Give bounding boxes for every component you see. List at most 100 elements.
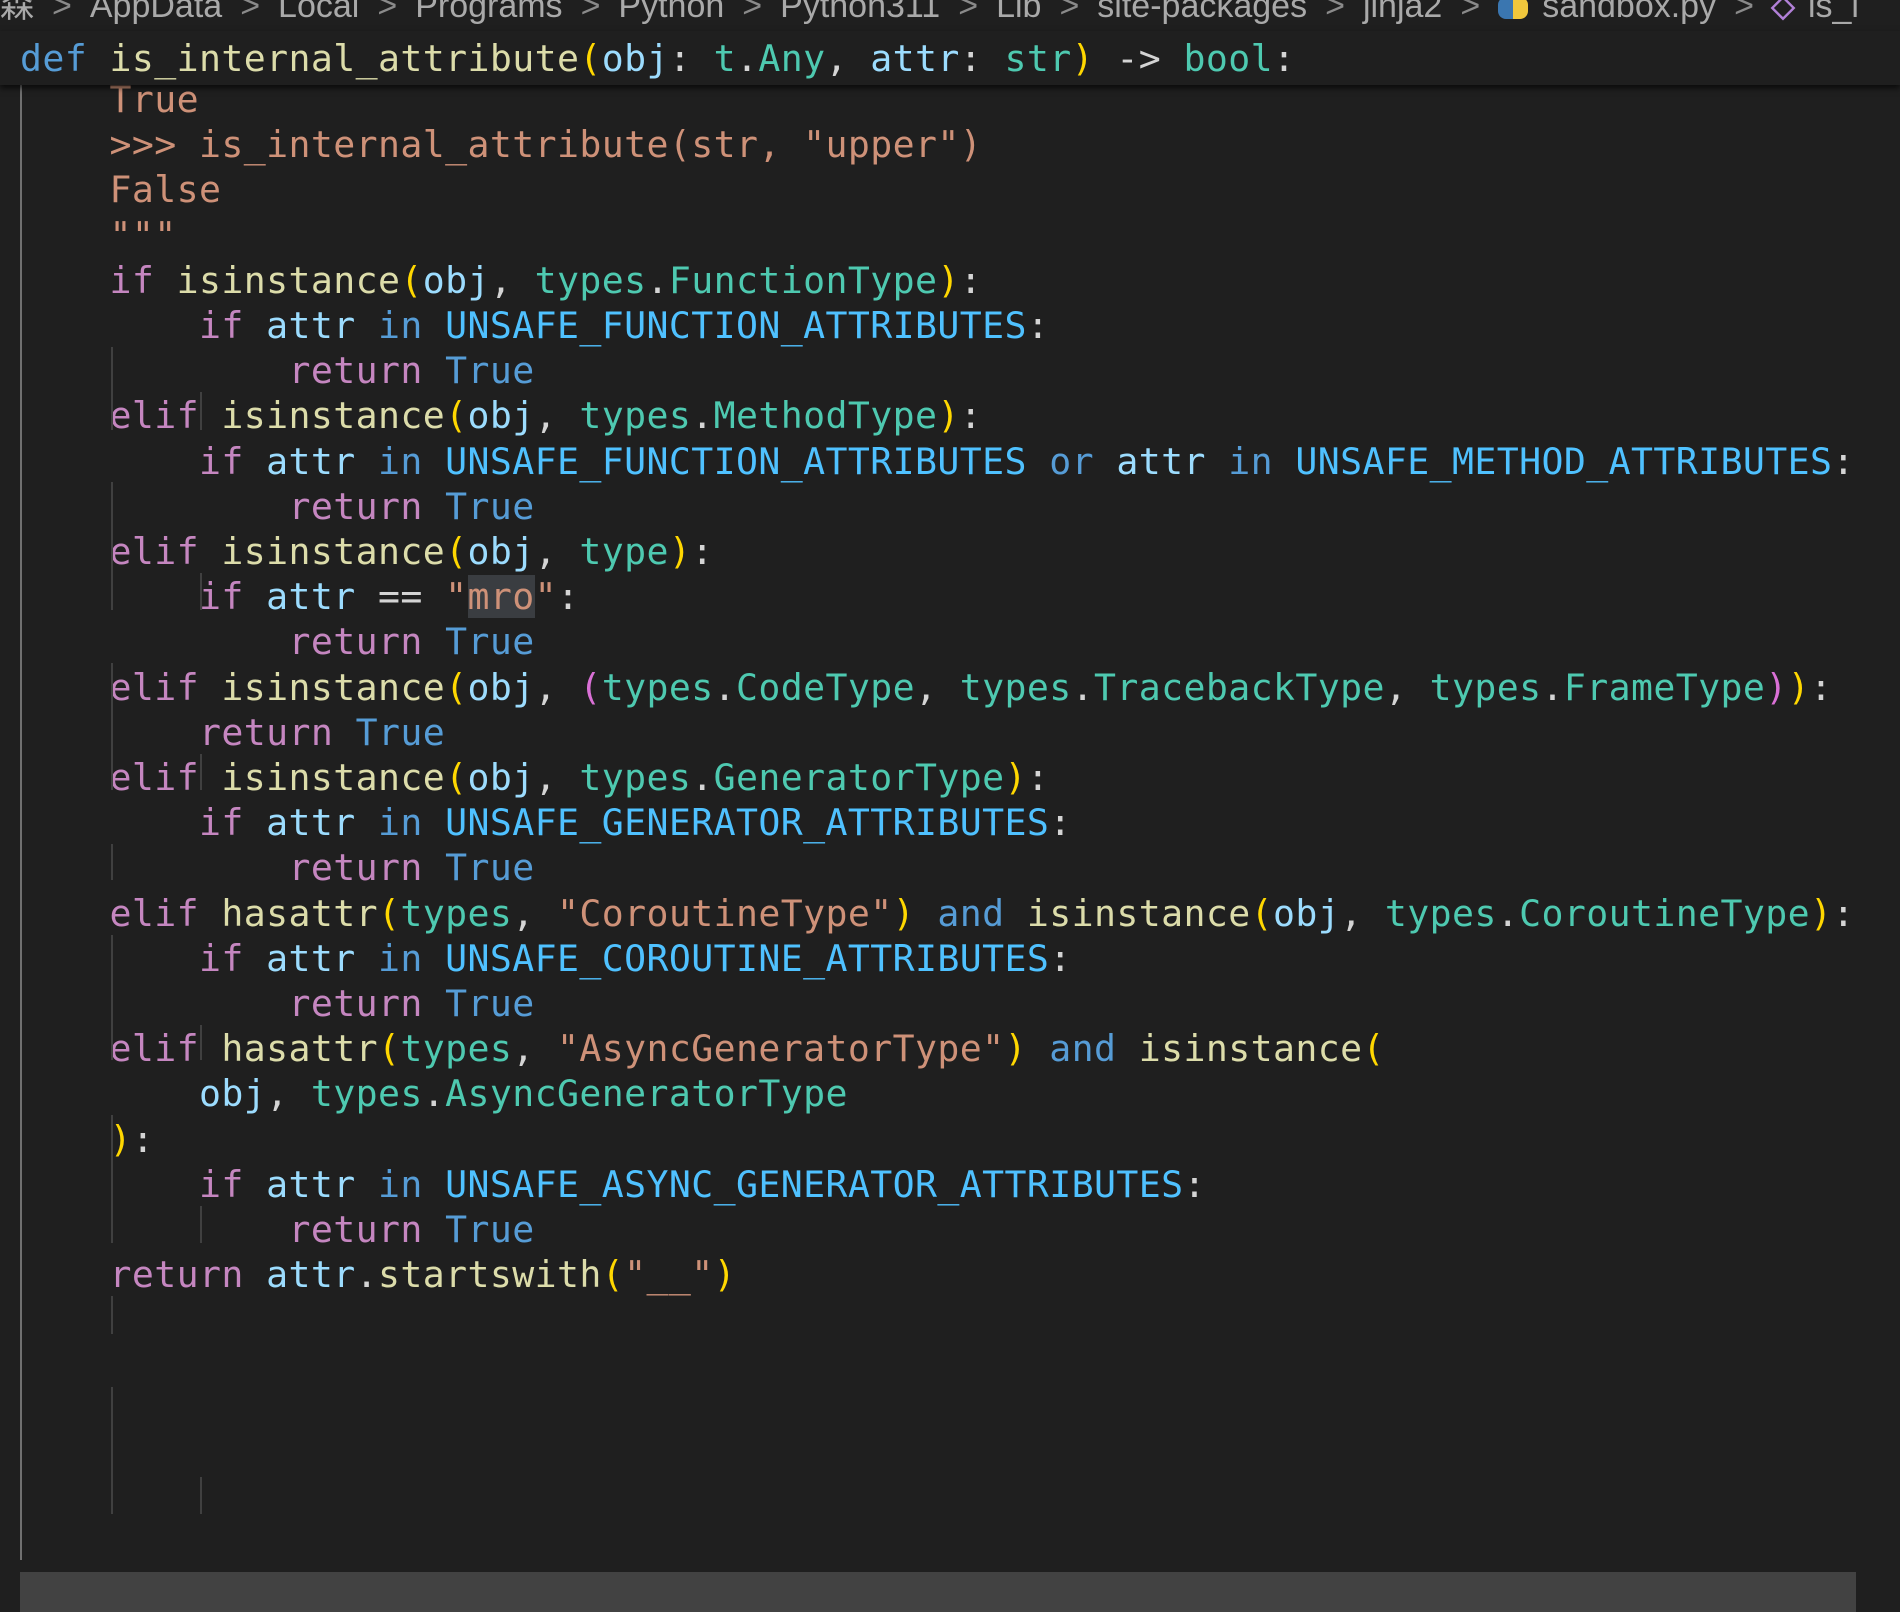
code-line[interactable]: """	[20, 213, 177, 258]
code-token: "	[445, 575, 468, 619]
horizontal-scrollbar[interactable]	[20, 1572, 1856, 1612]
code-line[interactable]: if attr in UNSAFE_GENERATOR_ATTRIBUTES:	[20, 800, 1072, 845]
code-token: :	[1049, 936, 1072, 980]
breadcrumb-item[interactable]: jinja2	[1363, 0, 1442, 25]
code-token: elif	[109, 394, 199, 438]
indent-guide	[111, 844, 113, 880]
breadcrumb-item[interactable]: Lib	[996, 0, 1041, 25]
breadcrumb-item[interactable]: sandbox.py	[1542, 0, 1716, 25]
code-line[interactable]: elif isinstance(obj, type):	[20, 529, 714, 574]
code-token: UNSAFE_FUNCTION_ATTRIBUTES	[445, 304, 1027, 347]
code-token: ,	[534, 665, 580, 709]
breadcrumb-item[interactable]: Programs	[415, 0, 562, 25]
code-token: hasattr	[221, 1027, 378, 1071]
code-token: :	[1049, 801, 1072, 845]
code-line[interactable]: ):	[20, 1117, 154, 1162]
code-line[interactable]: elif isinstance(obj, (types.CodeType, ty…	[20, 665, 1832, 710]
code-line[interactable]: return attr.startswith("__")	[20, 1252, 736, 1297]
code-token: FunctionType	[668, 258, 938, 302]
code-token: and	[937, 891, 1005, 935]
breadcrumb-item[interactable]: site-packages	[1097, 0, 1307, 25]
code-line[interactable]: elif isinstance(obj, types.GeneratorType…	[20, 755, 1049, 800]
code-token: return	[288, 846, 423, 890]
code-token: attr	[266, 1253, 356, 1297]
code-token: )	[1810, 891, 1833, 935]
code-line[interactable]: >>> is_internal_attribute(str, "upper")	[20, 122, 982, 167]
code-line[interactable]: obj, types.AsyncGeneratorType	[20, 1071, 848, 1116]
code-token: .	[646, 258, 669, 302]
code-token: or	[1049, 439, 1094, 483]
indent-guide	[20, 77, 22, 1560]
code-token: isinstance	[1138, 1027, 1363, 1071]
code-line[interactable]: return True	[20, 348, 535, 393]
code-line[interactable]: return True	[20, 845, 535, 890]
code-token: isinstance	[221, 756, 446, 799]
code-token: :	[1273, 37, 1296, 80]
code-line[interactable]: elif hasattr(types, "CoroutineType") and…	[20, 891, 1855, 936]
breadcrumb-item[interactable]: is_i	[1808, 0, 1859, 25]
code-line[interactable]: elif isinstance(obj, types.MethodType):	[20, 393, 982, 438]
code-line[interactable]: if attr in UNSAFE_ASYNC_GENERATOR_ATTRIB…	[20, 1162, 1206, 1207]
code-token: )	[892, 891, 915, 935]
breadcrumb-item[interactable]: 森	[0, 0, 34, 25]
code-token: (	[579, 37, 602, 80]
breadcrumb-separator: >	[742, 0, 763, 25]
breadcrumb-separator: >	[1325, 0, 1345, 25]
code-token: :	[1026, 756, 1050, 799]
code-token: (	[378, 891, 401, 935]
code-line[interactable]: if attr in UNSAFE_FUNCTION_ATTRIBUTES or…	[20, 439, 1855, 484]
code-token: ,	[534, 756, 580, 799]
code-token: return	[288, 1208, 423, 1251]
sticky-function-signature[interactable]: def is_internal_attribute(obj: t.Any, at…	[20, 33, 1295, 85]
code-line[interactable]: elif hasattr(types, "AsyncGeneratorType"…	[20, 1026, 1385, 1071]
code-token: attr	[266, 1162, 356, 1206]
code-line[interactable]: return True	[20, 981, 535, 1026]
code-token: return	[288, 620, 423, 664]
code-token: isinstance	[221, 530, 446, 573]
code-line[interactable]: if isinstance(obj, types.FunctionType):	[20, 258, 982, 303]
code-token: attr	[266, 575, 356, 619]
code-token: obj	[467, 394, 535, 438]
code-token: attr	[266, 936, 356, 980]
code-token: :	[1810, 665, 1833, 709]
code-token: elif	[109, 665, 199, 709]
breadcrumb-item[interactable]: Python	[618, 0, 724, 25]
code-line[interactable]: return True	[20, 484, 535, 529]
code-token: MethodType	[713, 394, 938, 438]
code-line[interactable]: False	[20, 167, 221, 212]
breadcrumb-item[interactable]: AppData	[90, 0, 222, 25]
code-line[interactable]: return True	[20, 1207, 535, 1252]
code-token: .	[736, 37, 759, 80]
code-line[interactable]: if attr in UNSAFE_COROUTINE_ATTRIBUTES:	[20, 936, 1072, 981]
code-token: ,	[825, 37, 871, 80]
code-token: types	[959, 665, 1072, 709]
code-line[interactable]: if attr in UNSAFE_FUNCTION_ATTRIBUTES:	[20, 303, 1049, 348]
code-token: ,	[512, 1027, 557, 1071]
code-token: GeneratorType	[713, 756, 1005, 799]
breadcrumb-item[interactable]: Python311	[780, 0, 940, 25]
code-line[interactable]: return True	[20, 619, 535, 664]
code-line[interactable]: if attr == "mro":	[20, 574, 579, 619]
code-line[interactable]: return True	[20, 710, 445, 755]
code-token: types	[534, 258, 647, 302]
indent-guide	[111, 1387, 113, 1514]
breadcrumb-item[interactable]: Local	[278, 0, 359, 25]
sticky-scroll-header[interactable]: def is_internal_attribute(obj: t.Any, at…	[0, 31, 1900, 85]
code-token: ,	[1340, 891, 1385, 935]
code-token: return	[288, 484, 423, 528]
